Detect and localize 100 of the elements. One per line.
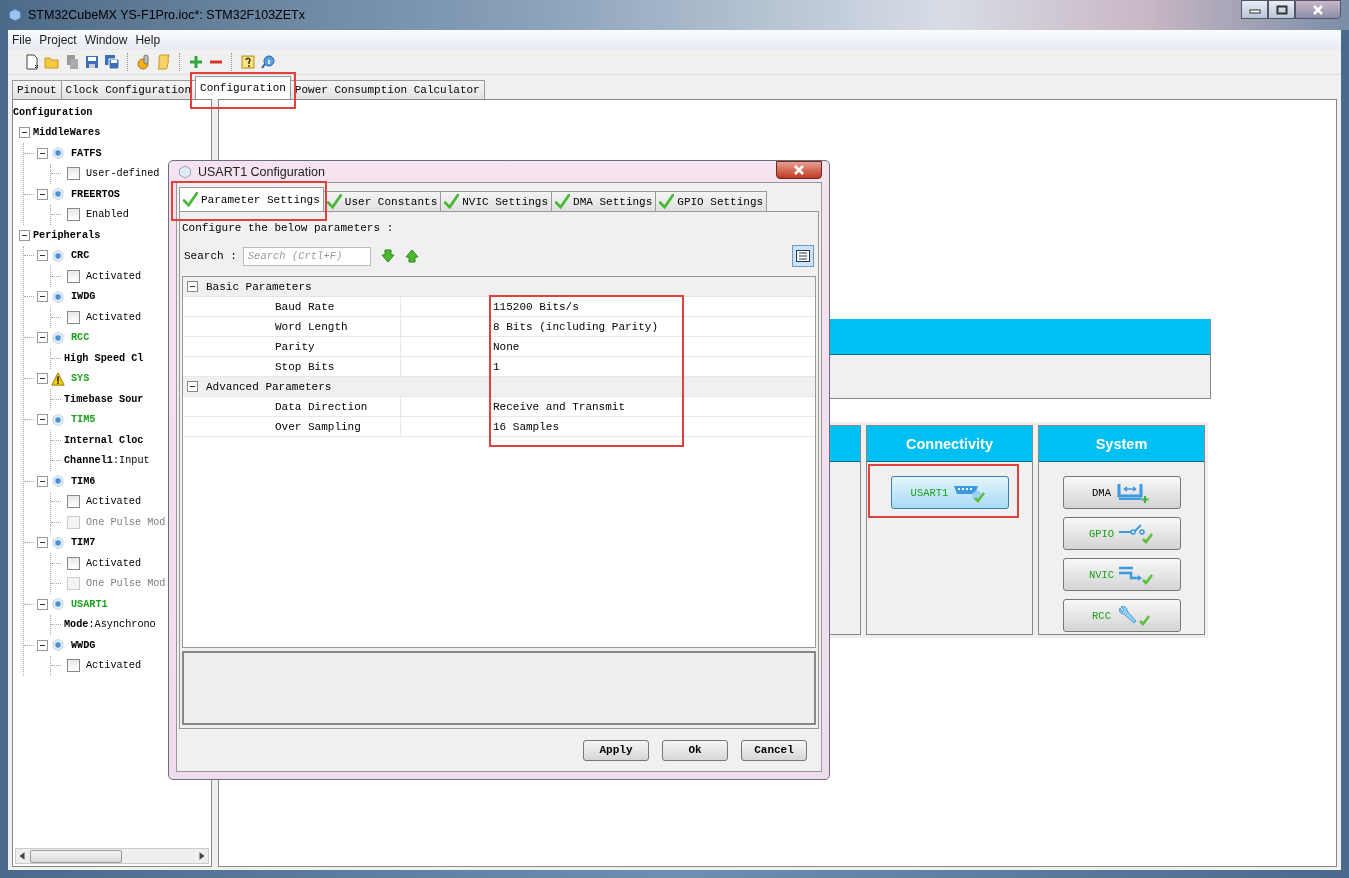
collapse-toggle[interactable] [37,188,48,200]
switch-icon [1118,522,1155,545]
dialog-button[interactable]: Cancel [741,739,807,761]
checkbox[interactable] [67,269,80,283]
parameter-name: Over Sampling [183,417,401,436]
tab[interactable]: Clock Configuration [60,80,197,99]
collapse-toggle[interactable] [37,414,48,426]
dialog-button[interactable]: Ok [662,739,728,761]
tab[interactable]: NVIC Settings [440,191,553,211]
parameter-value[interactable]: 16 Samples [493,420,559,433]
list-icon [796,250,810,262]
parameter-value[interactable]: None [493,340,520,353]
collapse-toggle[interactable] [37,475,48,487]
collapse-toggle[interactable] [37,250,48,262]
dialog-title: USART1 Configuration [198,164,325,179]
menu-item[interactable]: Help [135,33,161,47]
checkbox[interactable] [67,495,80,509]
tree-item-label[interactable]: TIM7 [71,537,96,549]
search-label: Search : [184,250,237,262]
checkbox-label: Activated [86,270,142,282]
category-title: Connectivity [906,435,993,452]
checkbox[interactable] [67,310,80,324]
tab[interactable]: Parameter Settings [179,187,324,211]
dialog-button[interactable]: Apply [583,739,649,761]
tab[interactable]: Power Consumption Calculator [289,80,485,99]
parameter-value[interactable]: 8 Bits (including Parity) [493,320,659,333]
parameter-value[interactable]: Receive and Transmit [493,400,626,413]
save-all-icon[interactable] [104,54,120,70]
group-title: Basic Parameters [206,280,312,293]
peripheral-button[interactable]: DMA [1062,476,1181,509]
collapse-toggle[interactable] [19,229,30,241]
tree-item-label[interactable]: IWDG [71,291,96,303]
collapse-toggle[interactable] [37,373,48,385]
new-file-icon[interactable] [24,54,40,70]
check-icon [444,194,460,209]
parameter-value[interactable]: 1 [493,360,500,373]
tab[interactable]: User Constants [322,191,442,211]
parameter-value[interactable]: 115200 Bits/s [493,300,579,313]
close-button[interactable] [776,161,822,179]
horizontal-scrollbar[interactable] [15,848,209,864]
add-icon[interactable] [188,54,204,70]
tree-item-label[interactable]: FATFS [71,147,102,159]
parameter-name: Stop Bits [183,357,401,376]
window-title: STM32CubeMX YS-F1Pro.ioc*: STM32F103ZETx [28,8,305,22]
info-icon[interactable] [260,54,276,70]
menu-item[interactable]: File [12,33,32,47]
list-view-button[interactable] [792,245,814,267]
parameter-name: Word Length [183,317,401,336]
check-icon [326,194,342,209]
parameter-name: Data Direction [183,397,401,416]
collapse-toggle[interactable] [187,281,198,292]
checkbox-label: User-defined [86,168,160,180]
menu-item[interactable]: Window [84,33,128,47]
collapse-toggle[interactable] [37,332,48,344]
collapse-toggle[interactable] [37,639,48,651]
setting-label: Timebase Sour [64,393,144,405]
tab[interactable]: Pinout [12,80,62,99]
checkbox-label: Activated [86,557,142,569]
instruction-text: Configure the below parameters : [182,222,395,236]
parameter-name: Baud Rate [183,297,401,316]
scroll-left-icon[interactable] [17,851,27,861]
tab[interactable]: Configuration [195,76,291,99]
maximize-button[interactable] [1268,0,1295,19]
collapse-toggle[interactable] [37,598,48,610]
setting-label: High Speed Cl [64,352,144,364]
checkbox[interactable] [67,556,80,570]
close-icon [793,165,805,175]
collapse-toggle[interactable] [37,291,48,303]
cube-icon [178,164,192,179]
search-field[interactable]: Search (Crtl+F) [242,246,371,266]
checkbox[interactable] [67,167,80,181]
help-icon[interactable] [240,54,256,70]
minimize-button[interactable] [1241,0,1268,19]
check-icon [555,194,571,209]
close-button[interactable] [1295,0,1341,19]
checkbox-label: Activated [86,660,142,672]
collapse-toggle[interactable] [37,147,48,159]
menu-item[interactable]: Project [39,33,77,47]
tree-item-label[interactable]: TIM6 [71,475,96,487]
tab[interactable]: DMA Settings [551,191,657,211]
arrow-up-icon[interactable] [404,249,419,263]
checkbox-label: Activated [86,496,142,508]
save-icon[interactable] [84,54,100,70]
tab[interactable]: GPIO Settings [655,191,768,211]
collapse-toggle[interactable] [37,537,48,549]
tree-group-label[interactable]: Peripherals [33,229,101,241]
collapse-toggle[interactable] [19,127,30,139]
tree-group-label[interactable]: MiddleWares [33,127,101,139]
scroll-right-icon[interactable] [197,851,207,861]
arrow-down-icon[interactable] [380,249,395,263]
checkbox[interactable] [67,208,80,222]
tree-item-label[interactable]: FREERTOS [71,188,120,200]
group-title: Advanced Parameters [206,380,332,393]
checkbox-label: Activated [86,311,142,323]
checkbox[interactable] [67,659,80,673]
checkbox-label: Enabled [86,209,129,221]
tree-item-label[interactable]: CRC [71,250,90,262]
maximize-icon [1275,4,1288,15]
tree-item-label[interactable]: WWDG [71,639,96,651]
collapse-toggle[interactable] [187,381,198,392]
